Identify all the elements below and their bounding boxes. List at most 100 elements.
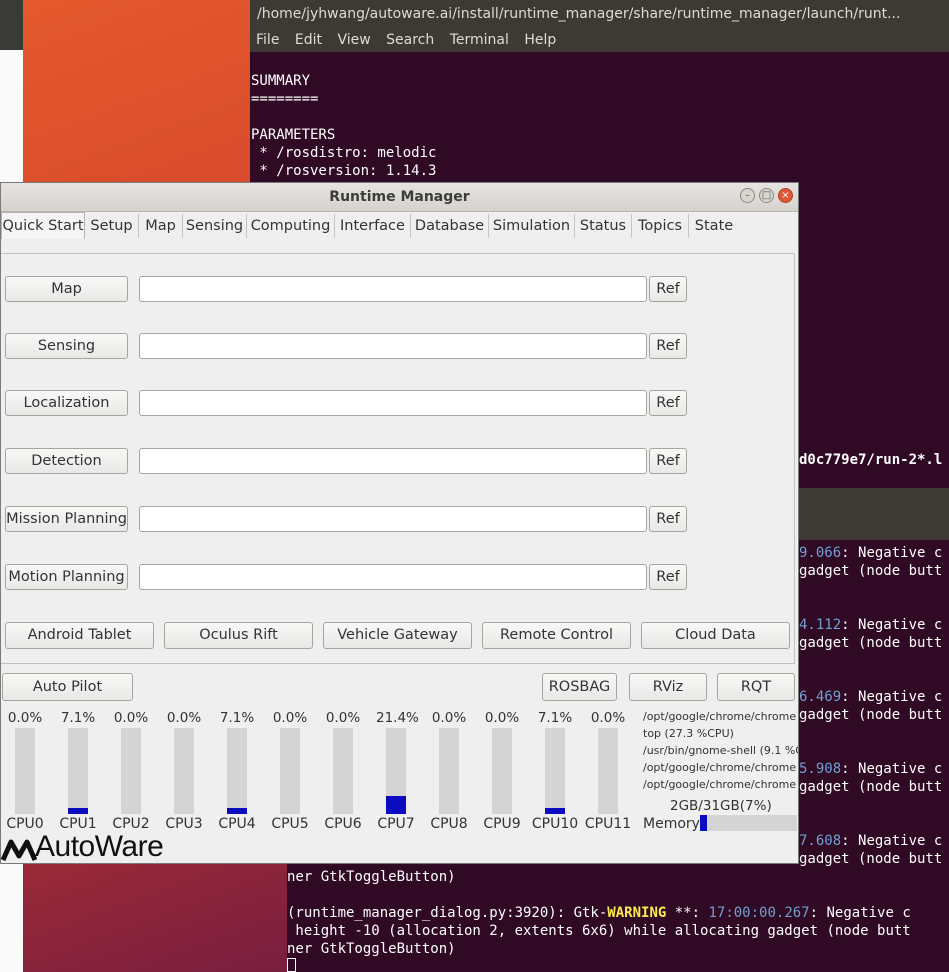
terminal-line: PARAMETERS [251,127,336,143]
localization-button[interactable]: Localization [5,390,128,416]
terminal-menubar: File Edit View Search Terminal Help [250,28,949,52]
detection-button[interactable]: Detection [5,448,128,474]
tab-computing[interactable]: Computing [247,214,335,238]
sensing-path-field[interactable] [139,333,647,359]
mission-planning-button[interactable]: Mission Planning [5,506,128,532]
terminal-line: ======== [251,91,319,107]
log-line: height -10 (allocation 2, extents 6x6) w… [287,923,911,939]
cpu-label: CPU5 [271,816,309,832]
log-line: 9.066: Negative c [799,545,943,561]
mission-planning-path-field[interactable] [139,506,647,532]
memory-usage-text: 2GB/31GB(7%) [670,798,772,814]
cpu-bar [492,728,512,814]
cpu-percent: 0.0% [272,710,308,726]
cpu-percent: 7.1% [537,710,573,726]
motion-planning-ref-button[interactable]: Ref [649,564,687,590]
cpu-bar-fill [68,807,88,814]
cpu-label: CPU4 [218,816,256,832]
minimize-icon[interactable]: – [740,188,755,203]
cloud-data-button[interactable]: Cloud Data [641,622,790,649]
rqt-button[interactable]: RQT [717,673,795,701]
cpu-label: CPU8 [430,816,468,832]
left-window-edge [0,0,23,50]
localization-ref-button[interactable]: Ref [649,390,687,416]
tab-map[interactable]: Map [139,214,183,238]
terminal-line: * /rosdistro: melodic [251,145,437,161]
sensing-button[interactable]: Sensing [5,333,128,359]
vehicle-gateway-button[interactable]: Vehicle Gateway [323,622,472,649]
map-button[interactable]: Map [5,276,128,302]
cpu-percent: 0.0% [113,710,149,726]
cpu-bar [227,728,247,814]
cpu-bar [280,728,300,814]
maximize-icon[interactable]: □ [759,188,774,203]
cpu-bar [545,728,565,814]
terminal-title: /home/jyhwang/autoware.ai/install/runtim… [250,0,949,28]
motion-planning-button[interactable]: Motion Planning [5,564,128,590]
motion-planning-path-field[interactable] [139,564,647,590]
log-line: (runtime_manager_dialog.py:3920): Gtk-WA… [287,905,911,921]
menu-help[interactable]: Help [524,32,556,48]
window-title: Runtime Manager [1,183,798,212]
detection-path-field[interactable] [139,448,647,474]
detection-ref-button[interactable]: Ref [649,448,687,474]
sensing-ref-button[interactable]: Ref [649,333,687,359]
menu-terminal[interactable]: Terminal [450,32,509,48]
cpu-bar-fill [386,795,406,814]
tab-quick-start[interactable]: Quick Start [1,212,85,239]
process-line: /opt/google/chrome/chrome (36. [643,710,798,723]
menu-file[interactable]: File [256,32,279,48]
log-line: gadget (node butt [799,707,943,723]
menu-search[interactable]: Search [386,32,434,48]
close-icon[interactable]: × [778,188,793,203]
log-line: gadget (node butt [799,563,943,579]
process-line: top (27.3 %CPU) [643,727,734,740]
oculus-rift-button[interactable]: Oculus Rift [164,622,313,649]
cpu-label: CPU1 [59,816,97,832]
cpu-label: CPU10 [531,816,579,832]
menu-view[interactable]: View [337,32,370,48]
cpu-percent: 21.4% [376,710,419,726]
rviz-button[interactable]: RViz [629,673,707,701]
menu-edit[interactable]: Edit [295,32,322,48]
cpu-bar [386,728,406,814]
cpu-bar [68,728,88,814]
map-ref-button[interactable]: Ref [649,276,687,302]
memory-bar [700,815,797,831]
tab-interface[interactable]: Interface [335,214,411,238]
tab-setup[interactable]: Setup [85,214,139,238]
cpu-label: CPU2 [112,816,150,832]
process-line: /opt/google/chrome/chrome (9.1 [643,761,798,774]
tab-sensing[interactable]: Sensing [183,214,247,238]
cpu-bar [174,728,194,814]
autoware-logo-text: AutoWare [35,830,164,863]
autoware-logo-icon [1,839,37,862]
log-line: 4.112: Negative c [799,617,943,633]
log-line: ner GtkToggleButton) [287,941,456,957]
log-line: ner GtkToggleButton) [287,869,456,885]
cpu-percent: 0.0% [431,710,467,726]
log-line: 6.469: Negative c [799,689,943,705]
tab-database[interactable]: Database [411,214,489,238]
cpu-label: CPU11 [584,816,632,832]
log-line: 5.908: Negative c [799,761,943,777]
tab-state[interactable]: State [689,214,739,238]
tab-simulation[interactable]: Simulation [489,214,575,238]
remote-control-button[interactable]: Remote Control [482,622,631,649]
cpu-label: CPU9 [483,816,521,832]
auto-pilot-button[interactable]: Auto Pilot [2,673,133,701]
process-line: /opt/google/chrome/chrome (9.1 [643,778,798,791]
map-path-field[interactable] [139,276,647,302]
tab-topics[interactable]: Topics [632,214,689,238]
mission-planning-ref-button[interactable]: Ref [649,506,687,532]
cpu-percent: 0.0% [325,710,361,726]
rosbag-button[interactable]: ROSBAG [542,673,617,701]
android-tablet-button[interactable]: Android Tablet [5,622,154,649]
cpu-percent: 0.0% [590,710,626,726]
tab-bar: Quick Start Setup Map Sensing Computing … [1,212,798,239]
cpu-bar-fill [227,807,247,814]
log-line: gadget (node butt [799,779,943,795]
localization-path-field[interactable] [139,390,647,416]
tab-status[interactable]: Status [575,214,632,238]
cpu-bar [439,728,459,814]
